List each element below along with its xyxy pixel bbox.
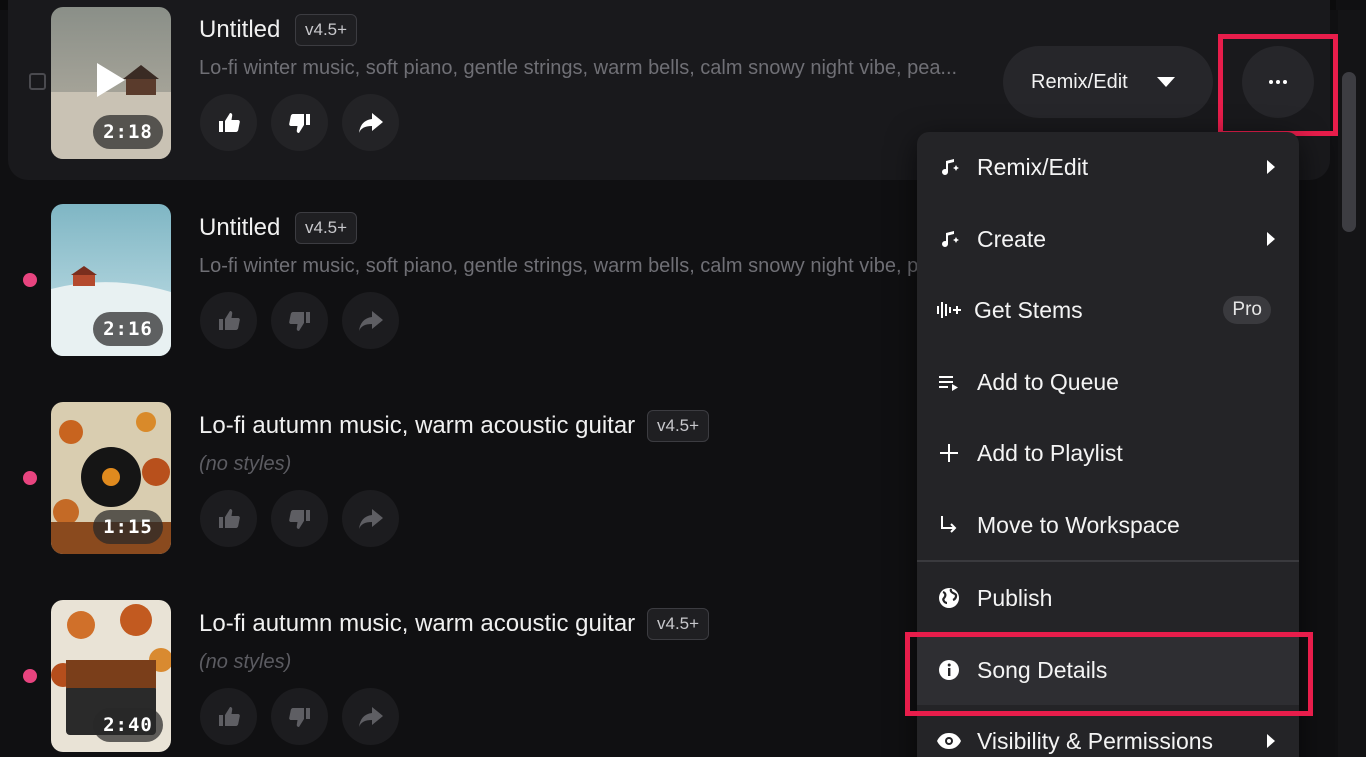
thumbs-up-icon xyxy=(218,508,240,528)
thumbs-down-icon xyxy=(288,113,310,133)
thumbs-up-icon xyxy=(218,112,240,132)
share-button[interactable] xyxy=(342,292,399,349)
version-badge: v4.5+ xyxy=(647,608,710,640)
song-title[interactable]: Untitled xyxy=(199,16,280,44)
scrollbar-thumb[interactable] xyxy=(1342,72,1356,232)
menu-item-add-to-playlist[interactable]: Add to Playlist xyxy=(917,418,1299,488)
chevron-right-icon xyxy=(1267,734,1275,748)
menu-item-add-to-queue[interactable]: Add to Queue xyxy=(917,347,1299,417)
share-arrow-icon xyxy=(358,310,383,331)
thumbs-down-icon xyxy=(288,311,310,331)
arrow-down-right-icon xyxy=(936,512,962,538)
cover-art[interactable]: 2:40 xyxy=(51,600,171,752)
highlight-song-details xyxy=(905,632,1313,716)
like-button[interactable] xyxy=(200,94,257,151)
unread-dot xyxy=(23,669,37,683)
like-button[interactable] xyxy=(200,292,257,349)
menu-divider xyxy=(917,560,1299,562)
song-styles: (no styles) xyxy=(199,651,292,673)
remix-edit-button[interactable]: Remix/Edit xyxy=(1003,46,1213,118)
menu-item-publish[interactable]: Publish xyxy=(917,563,1299,633)
duration-badge: 2:16 xyxy=(93,312,163,346)
like-button[interactable] xyxy=(200,490,257,547)
menu-item-remix-edit[interactable]: Remix/Edit xyxy=(917,132,1299,202)
music-sparkle-icon xyxy=(936,154,962,180)
menu-item-move-to-workspace[interactable]: Move to Workspace xyxy=(917,490,1299,560)
waveform-plus-icon xyxy=(936,297,962,323)
share-button[interactable] xyxy=(342,688,399,745)
menu-item-label: Move to Workspace xyxy=(977,511,1180,538)
song-title[interactable]: Untitled xyxy=(199,214,280,242)
song-title[interactable]: Lo-fi autumn music, warm acoustic guitar xyxy=(199,412,635,440)
version-badge: v4.5+ xyxy=(295,14,358,46)
song-styles: (no styles) xyxy=(199,453,292,475)
remix-edit-label: Remix/Edit xyxy=(1031,70,1128,93)
eye-icon xyxy=(936,728,962,754)
menu-item-create[interactable]: Create xyxy=(917,204,1299,274)
duration-badge: 1:15 xyxy=(93,510,163,544)
dislike-button[interactable] xyxy=(271,688,328,745)
music-sparkle-icon xyxy=(936,226,962,252)
plus-icon xyxy=(936,440,962,466)
play-icon[interactable] xyxy=(97,63,125,97)
cover-art[interactable]: 2:18 xyxy=(51,7,171,159)
duration-badge: 2:40 xyxy=(93,708,163,742)
caret-down-icon xyxy=(1157,77,1175,87)
share-arrow-icon xyxy=(358,112,383,133)
menu-item-label: Add to Playlist xyxy=(977,439,1123,466)
menu-item-get-stems[interactable]: Get Stems Pro xyxy=(917,275,1299,345)
thumbs-down-icon xyxy=(288,509,310,529)
share-arrow-icon xyxy=(358,706,383,727)
menu-item-label: Create xyxy=(977,225,1047,252)
chevron-right-icon xyxy=(1267,232,1275,246)
chevron-right-icon xyxy=(1267,160,1275,174)
share-button[interactable] xyxy=(342,94,399,151)
unread-dot xyxy=(23,273,37,287)
cover-art[interactable]: 2:16 xyxy=(51,204,171,356)
menu-item-label: Remix/Edit xyxy=(977,153,1089,180)
highlight-more-button xyxy=(1218,34,1338,136)
globe-icon xyxy=(936,585,962,611)
pro-badge: Pro xyxy=(1223,296,1271,324)
select-checkbox[interactable] xyxy=(29,73,46,90)
dislike-button[interactable] xyxy=(271,490,328,547)
share-button[interactable] xyxy=(342,490,399,547)
menu-item-label: Get Stems xyxy=(974,296,1083,323)
version-badge: v4.5+ xyxy=(295,212,358,244)
duration-badge: 2:18 xyxy=(93,115,163,149)
queue-icon xyxy=(936,369,962,395)
cover-art[interactable]: 1:15 xyxy=(51,402,171,554)
menu-item-label: Add to Queue xyxy=(977,368,1119,395)
like-button[interactable] xyxy=(200,688,257,745)
menu-item-label: Visibility & Permissions xyxy=(977,727,1214,754)
thumbs-up-icon xyxy=(218,310,240,330)
song-title[interactable]: Lo-fi autumn music, warm acoustic guitar xyxy=(199,610,635,638)
dislike-button[interactable] xyxy=(271,94,328,151)
song-styles: Lo-fi winter music, soft piano, gentle s… xyxy=(199,255,917,277)
song-styles: Lo-fi winter music, soft piano, gentle s… xyxy=(199,57,958,79)
unread-dot xyxy=(23,471,37,485)
menu-item-label: Publish xyxy=(977,584,1053,611)
thumbs-down-icon xyxy=(288,707,310,727)
dislike-button[interactable] xyxy=(271,292,328,349)
thumbs-up-icon xyxy=(218,706,240,726)
share-arrow-icon xyxy=(358,508,383,529)
version-badge: v4.5+ xyxy=(647,410,710,442)
